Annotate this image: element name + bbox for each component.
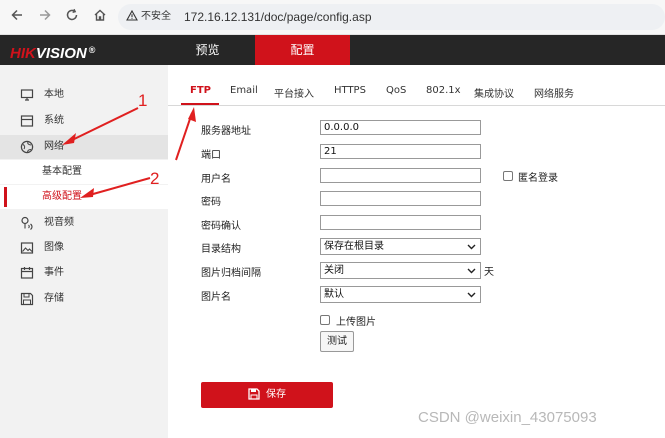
sidebar-item-label: 网络 xyxy=(44,141,64,152)
arrow-ftp-tab xyxy=(175,107,196,161)
floppy-disk-icon xyxy=(20,292,34,306)
sidebar-item-image[interactable]: 图像 xyxy=(0,236,168,260)
image-icon xyxy=(20,242,34,254)
browser-toolbar: 不安全 172.16.12.131/doc/page/config.asp xyxy=(0,0,665,35)
tab-preview[interactable]: 预览 xyxy=(160,35,255,65)
active-tab-indicator xyxy=(181,103,219,105)
password-input[interactable] xyxy=(320,191,481,206)
reload-icon[interactable] xyxy=(63,8,81,26)
video-audio-icon xyxy=(21,216,33,230)
sidebar-item-label: 系统 xyxy=(44,115,64,126)
url-text[interactable]: 172.16.12.131/doc/page/config.asp xyxy=(184,9,372,25)
password-label: 密码 xyxy=(201,197,221,208)
archive-interval-label: 图片归档间隔 xyxy=(201,268,261,279)
app-header: HIKVISION ® 预览 配置 xyxy=(0,35,665,65)
tab-platform-access[interactable]: 平台接入 xyxy=(274,85,314,100)
tab-integration-protocol[interactable]: 集成协议 xyxy=(474,85,514,100)
anonymous-login-label: 匿名登录 xyxy=(518,173,558,184)
username-input[interactable] xyxy=(320,168,481,183)
sidebar-subitem-label: 基本配置 xyxy=(42,166,82,177)
sidebar-item-label: 本地 xyxy=(44,89,64,100)
annotation-number-2: 2 xyxy=(150,169,160,188)
chevron-down-icon xyxy=(467,244,476,250)
tab-ftp[interactable]: FTP xyxy=(190,85,211,96)
chevron-down-icon xyxy=(467,268,476,274)
save-button-label: 保存 xyxy=(266,389,286,400)
password-confirm-label: 密码确认 xyxy=(201,221,241,232)
tab-network-service[interactable]: 网络服务 xyxy=(534,85,574,100)
event-calendar-icon xyxy=(20,267,34,279)
sidebar-item-label: 事件 xyxy=(44,267,64,278)
sidebar-item-system[interactable]: 系统 xyxy=(0,109,168,133)
system-icon xyxy=(20,115,34,127)
logo-white-text: VISION xyxy=(35,45,87,62)
sidebar-item-label: 存储 xyxy=(44,293,64,304)
hikvision-logo: HIKVISION ® xyxy=(10,42,95,62)
server-address-label: 服务器地址 xyxy=(201,126,251,137)
test-button[interactable]: 测试 xyxy=(320,331,354,352)
sidebar-subitem-basic-config[interactable]: 基本配置 xyxy=(0,160,168,184)
username-label: 用户名 xyxy=(201,174,231,185)
sidebar-item-event[interactable]: 事件 xyxy=(0,261,168,285)
sidebar-subitem-label: 高级配置 xyxy=(42,191,82,202)
tab-https[interactable]: HTTPS xyxy=(334,85,366,96)
upload-image-checkbox[interactable] xyxy=(320,315,330,325)
port-label: 端口 xyxy=(201,150,221,161)
sidebar-item-storage[interactable]: 存储 xyxy=(0,287,168,311)
sidebar-subitem-advanced-config[interactable]: 高级配置 xyxy=(0,185,168,209)
tab-email[interactable]: Email xyxy=(230,85,258,96)
archive-interval-select[interactable]: 关闭 xyxy=(320,262,481,279)
security-warning[interactable]: 不安全 xyxy=(126,9,171,24)
sidebar-item-label: 图像 xyxy=(44,242,64,253)
tab-8021x[interactable]: 802.1x xyxy=(426,85,461,96)
chevron-down-icon xyxy=(467,292,476,298)
back-arrow-icon[interactable] xyxy=(8,8,26,26)
logo-red-text: HIK xyxy=(10,45,36,62)
archive-interval-unit: 天 xyxy=(484,267,494,278)
sidebar-item-network[interactable]: 网络 xyxy=(0,135,168,159)
dir-structure-select[interactable]: 保存在根目录 xyxy=(320,238,481,255)
image-name-value: 默认 xyxy=(324,289,344,300)
monitor-icon xyxy=(20,89,34,101)
image-name-label: 图片名 xyxy=(201,292,231,303)
forward-arrow-icon[interactable] xyxy=(36,8,54,26)
anonymous-login-checkbox[interactable] xyxy=(503,171,513,181)
logo-registered-mark: ® xyxy=(88,45,96,55)
dir-structure-value: 保存在根目录 xyxy=(324,241,384,252)
security-warning-text: 不安全 xyxy=(141,11,171,22)
server-address-input[interactable] xyxy=(320,120,481,135)
upload-image-label: 上传图片 xyxy=(336,317,376,328)
tab-config[interactable]: 配置 xyxy=(255,35,350,65)
port-input[interactable] xyxy=(320,144,481,159)
password-confirm-input[interactable] xyxy=(320,215,481,230)
globe-icon xyxy=(20,140,34,154)
archive-interval-value: 关闭 xyxy=(324,265,344,276)
network-advanced-tabs: FTP Email 平台接入 HTTPS QoS 802.1x 集成协议 网络服… xyxy=(168,65,665,106)
dir-structure-label: 目录结构 xyxy=(201,244,241,255)
address-bar[interactable]: 不安全 172.16.12.131/doc/page/config.asp xyxy=(118,4,665,30)
csdn-watermark: CSDN @weixin_43075093 xyxy=(418,409,597,426)
annotation-number-1: 1 xyxy=(138,91,148,110)
tab-qos[interactable]: QoS xyxy=(386,85,406,96)
sidebar-item-video-audio[interactable]: 视音频 xyxy=(0,211,168,235)
sidebar: 本地 系统 网络 基本配置 高级配置 视音频 图像 事件 存储 xyxy=(0,65,168,438)
floppy-disk-icon xyxy=(248,388,260,400)
home-icon[interactable] xyxy=(91,8,109,26)
save-button[interactable]: 保存 xyxy=(201,382,333,408)
sidebar-item-label: 视音频 xyxy=(44,217,74,228)
image-name-select[interactable]: 默认 xyxy=(320,286,481,303)
warning-triangle-icon xyxy=(126,9,138,21)
